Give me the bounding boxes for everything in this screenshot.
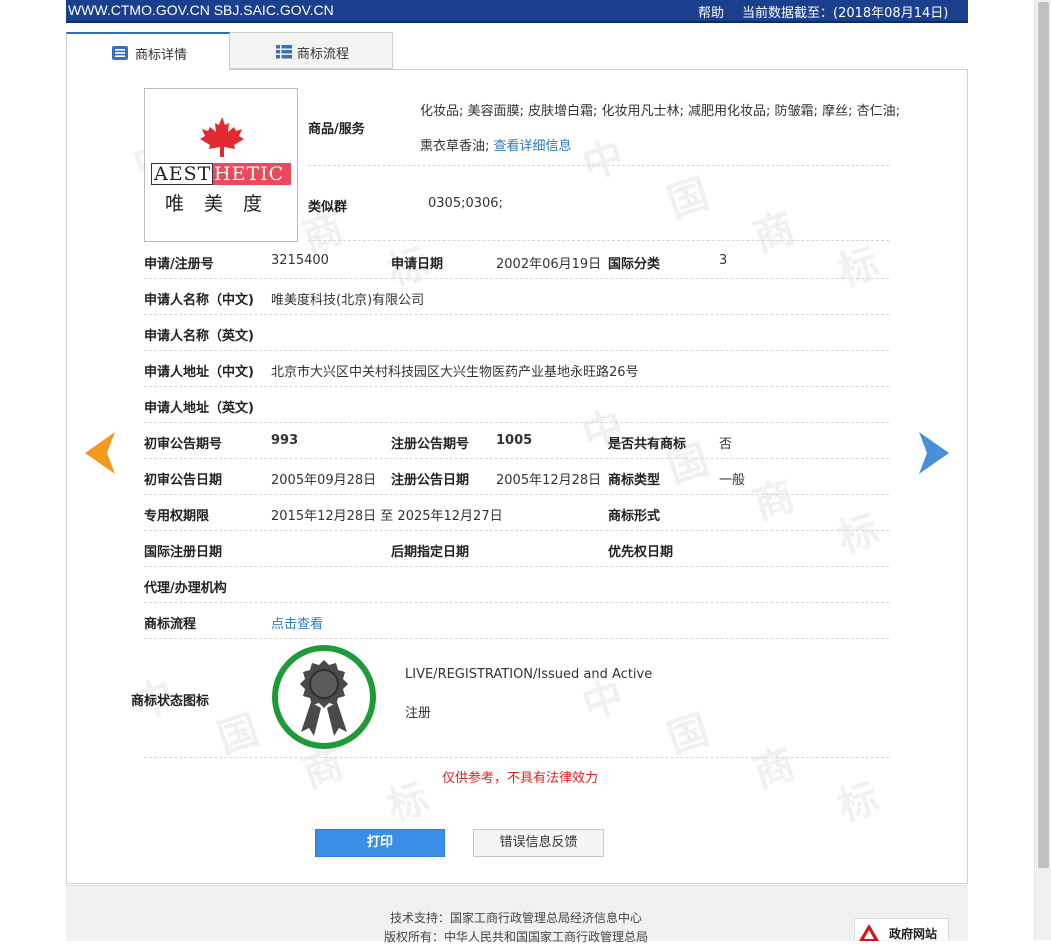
reg-ann-no-label: 注册公告期号 <box>391 437 470 452</box>
shared-value: 否 <box>719 437 733 452</box>
status-cn-text: 注册 <box>405 706 432 721</box>
gov-emblem-icon <box>859 924 879 941</box>
similar-group-value: 0305;0306; <box>428 196 503 211</box>
prelim-date-label: 初审公告日期 <box>144 473 223 488</box>
reg-ann-date-label: 注册公告日期 <box>391 473 470 488</box>
print-button[interactable]: 打印 <box>315 829 445 857</box>
trademark-image: AEST HETIC 唯美度 <box>144 88 298 242</box>
tab-label: 商标流程 <box>297 47 350 62</box>
prelim-no-label: 初审公告期号 <box>144 437 223 452</box>
scrollbar-thumb[interactable] <box>1038 2 1049 868</box>
divider <box>144 602 889 603</box>
applicant-cn-label: 申请人名称（中文) <box>144 293 254 308</box>
watermark-char: 标 <box>831 505 885 563</box>
applicant-en-label: 申请人名称（英文) <box>144 329 254 344</box>
gov-site-badge[interactable]: 政府网站 <box>854 918 949 941</box>
logo-wordmark: AEST HETIC <box>151 163 291 185</box>
divider <box>144 757 889 758</box>
reg-no-value: 3215400 <box>271 253 329 268</box>
watermark-char: 标 <box>381 773 435 831</box>
divider <box>144 422 889 423</box>
divider <box>144 314 889 315</box>
feedback-button[interactable]: 错误信息反馈 <box>473 829 604 857</box>
status-en-text: LIVE/REGISTRATION/Issued and Active <box>405 667 653 682</box>
help-link[interactable]: 帮助 <box>698 2 724 21</box>
disclaimer-notice: 仅供参考，不具有法律效力 <box>442 771 599 786</box>
logo-text-left: AEST <box>151 163 213 185</box>
watermark-char: 国 <box>211 705 265 763</box>
later-date-label: 后期指定日期 <box>391 545 470 560</box>
shared-label: 是否共有商标 <box>608 437 687 452</box>
applicant-cn-value: 唯美度科技(北京)有限公司 <box>271 293 425 308</box>
tab-label: 商标详情 <box>135 48 188 63</box>
vertical-scrollbar[interactable] <box>1034 0 1051 940</box>
copyright-text: 版权所有：中华人民共和国国家工商行政管理总局 <box>384 930 649 944</box>
watermark-char: 标 <box>831 773 885 831</box>
apply-date-label: 申请日期 <box>391 257 444 272</box>
tab-trademark-flow[interactable]: 商标流程 <box>229 32 393 69</box>
divider <box>144 350 889 351</box>
view-flow-link[interactable]: 点击查看 <box>271 613 323 632</box>
watermark-char: 商 <box>747 203 801 261</box>
prelim-no-value: 993 <box>271 433 299 448</box>
address-cn-label: 申请人地址（中文) <box>144 365 254 380</box>
logo-chinese-text: 唯美度 <box>165 193 283 215</box>
exclusive-label: 专用权期限 <box>144 509 210 524</box>
reg-no-label: 申请/注册号 <box>144 257 214 272</box>
maple-leaf-icon <box>200 117 244 157</box>
similar-group-label: 类似群 <box>308 200 348 215</box>
watermark-char: 国 <box>661 169 715 227</box>
goods-value-line2: 熏衣草香油; 查看详细信息 <box>420 139 572 154</box>
address-en-label: 申请人地址（英文) <box>144 401 254 416</box>
prev-arrow-icon[interactable] <box>85 432 115 474</box>
reg-ann-no-value: 1005 <box>496 433 533 448</box>
tm-type-label: 商标类型 <box>608 473 661 488</box>
site-domains: WWW.CTMO.GOV.CN SBJ.SAIC.GOV.CN <box>68 2 334 18</box>
divider <box>144 458 889 459</box>
watermark-char: 中 <box>576 131 630 189</box>
tech-support-text: 技术支持：国家工商行政管理总局经济信息中心 <box>390 911 643 925</box>
divider <box>144 638 889 639</box>
page-footer: 技术支持：国家工商行政管理总局经济信息中心 版权所有：中华人民共和国国家工商行政… <box>66 885 968 944</box>
goods-value-line1: 化妆品; 美容面膜; 皮肤增白霜; 化妆用凡士林; 减肥用化妆品; 防皱霜; 摩… <box>420 104 900 119</box>
divider <box>144 494 889 495</box>
registered-status-icon <box>272 645 376 749</box>
status-icon-label: 商标状态图标 <box>131 694 210 709</box>
divider <box>308 240 889 241</box>
data-date: 当前数据截至：(2018年08月14日) <box>742 6 949 21</box>
tm-form-label: 商标形式 <box>608 509 661 524</box>
apply-date-value: 2002年06月19日 <box>496 257 602 272</box>
exclusive-value: 2015年12月28日 至 2025年12月27日 <box>271 509 503 524</box>
watermark-char: 商 <box>747 471 801 529</box>
gov-badge-label: 政府网站 <box>889 927 938 941</box>
divider <box>144 530 889 531</box>
grid-icon <box>276 45 292 59</box>
agent-label: 代理/办理机构 <box>144 581 227 596</box>
logo-text-right: HETIC <box>213 163 291 185</box>
flow-label: 商标流程 <box>144 617 197 632</box>
list-icon <box>112 46 128 60</box>
top-banner: WWW.CTMO.GOV.CN SBJ.SAIC.GOV.CN 帮助 当前数据截… <box>66 0 968 23</box>
divider <box>144 278 889 279</box>
intl-class-value: 3 <box>719 253 728 268</box>
view-details-link[interactable]: 查看详细信息 <box>494 139 572 154</box>
goods-label: 商品/服务 <box>308 122 365 137</box>
address-cn-value: 北京市大兴区中关村科技园区大兴生物医药产业基地永旺路26号 <box>271 365 639 380</box>
divider <box>308 165 889 166</box>
tm-type-value: 一般 <box>719 473 746 488</box>
intl-reg-date-label: 国际注册日期 <box>144 545 223 560</box>
reg-ann-date-value: 2005年12月28日 <box>496 473 602 488</box>
watermark-char: 国 <box>661 705 715 763</box>
tab-trademark-details[interactable]: 商标详情 <box>66 32 230 70</box>
divider <box>144 386 889 387</box>
watermark-char: 商 <box>747 739 801 797</box>
prelim-date-value: 2005年09月28日 <box>271 473 377 488</box>
divider <box>144 566 889 567</box>
priority-date-label: 优先权日期 <box>608 545 674 560</box>
next-arrow-icon[interactable] <box>919 432 949 474</box>
intl-class-label: 国际分类 <box>608 257 661 272</box>
